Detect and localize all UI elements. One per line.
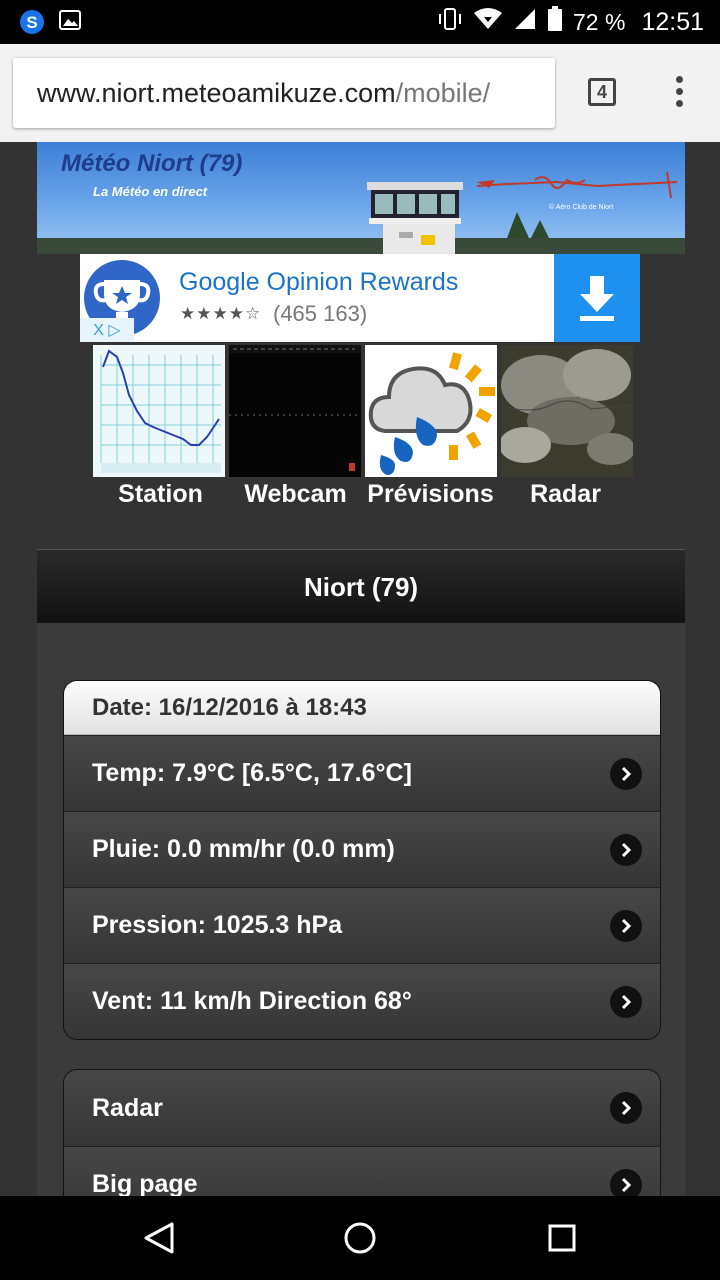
ad-choices-label: X ▷ bbox=[93, 322, 121, 339]
chevron-right-icon bbox=[610, 757, 642, 790]
radar-label: Radar bbox=[92, 1093, 163, 1122]
temperature-graph-thumbnail[interactable] bbox=[93, 345, 225, 477]
url-path: /mobile/ bbox=[395, 77, 491, 108]
pressure-label: Pression: 1025.3 hPa bbox=[92, 911, 343, 939]
clock-time: 12:51 bbox=[641, 7, 704, 36]
chevron-right-icon bbox=[610, 909, 642, 942]
wind-label: Vent: 11 km/h Direction 68° bbox=[92, 987, 412, 1015]
chevron-right-icon bbox=[610, 833, 642, 866]
chevron-right-icon bbox=[610, 985, 642, 1018]
rain-label: Pluie: 0.0 mm/hr (0.0 mm) bbox=[92, 835, 395, 863]
ad-choices-icon[interactable]: X ▷ bbox=[80, 318, 134, 342]
radar-link[interactable]: Radar bbox=[498, 480, 633, 509]
quick-links bbox=[93, 345, 633, 477]
battery-percent: 72 % bbox=[573, 8, 626, 35]
pressure-item[interactable]: Pression: 1025.3 hPa bbox=[64, 887, 660, 963]
back-icon[interactable] bbox=[140, 1218, 180, 1263]
browser-menu-icon[interactable] bbox=[672, 76, 686, 110]
previsions-link[interactable]: Prévisions bbox=[363, 480, 498, 509]
webcam-link[interactable]: Webcam bbox=[228, 480, 363, 509]
status-bar: S 72 % 12:51 bbox=[0, 0, 720, 44]
temperature-label: Temp: 7.9°C [6.5°C, 17.6°C] bbox=[92, 759, 412, 787]
station-link[interactable]: Station bbox=[93, 480, 228, 509]
navigation-bar bbox=[0, 1196, 720, 1280]
content-area: Date: 16/12/2016 à 18:43 Temp: 7.9°C [6.… bbox=[37, 623, 685, 1196]
page-header: Niort (79) bbox=[37, 549, 685, 624]
rain-item[interactable]: Pluie: 0.0 mm/hr (0.0 mm) bbox=[64, 811, 660, 887]
battery-icon bbox=[547, 6, 563, 38]
image-notification-icon bbox=[58, 8, 82, 41]
vibrate-icon bbox=[437, 7, 463, 37]
ad-rating-stars: ★★★★☆ bbox=[180, 304, 262, 323]
ad-title[interactable]: Google Opinion Rewards bbox=[179, 268, 458, 297]
svg-text:S: S bbox=[26, 13, 37, 32]
download-icon bbox=[580, 276, 614, 321]
chevron-right-icon bbox=[610, 1092, 642, 1124]
date-divider: Date: 16/12/2016 à 18:43 bbox=[64, 681, 660, 735]
recent-apps-icon[interactable] bbox=[542, 1218, 582, 1263]
app-s-icon: S bbox=[18, 8, 46, 41]
signal-icon bbox=[513, 7, 537, 37]
site-banner: Météo Niort (79) La Météo en direct © Aé… bbox=[37, 142, 685, 254]
webcam-night-thumbnail[interactable] bbox=[229, 345, 361, 477]
big-page-item[interactable]: Big page bbox=[64, 1146, 660, 1196]
quick-link-labels: Station Webcam Prévisions Radar bbox=[93, 480, 633, 509]
home-icon[interactable] bbox=[340, 1218, 380, 1263]
wind-item[interactable]: Vent: 11 km/h Direction 68° bbox=[64, 963, 660, 1039]
url-host: www.niort.meteoamikuze.com bbox=[37, 77, 396, 108]
web-page: Météo Niort (79) La Météo en direct © Aé… bbox=[0, 142, 720, 1196]
page-title: Niort (79) bbox=[303, 571, 419, 602]
links-list: Radar Big page bbox=[63, 1069, 661, 1196]
url-bar[interactable]: www.niort.meteoamikuze.com/mobile/ bbox=[13, 58, 555, 128]
control-tower-image bbox=[37, 171, 685, 254]
browser-toolbar: www.niort.meteoamikuze.com/mobile/ 4 bbox=[0, 44, 720, 142]
banner-credit: © Aéro Club de Niort bbox=[549, 204, 614, 211]
chevron-right-icon bbox=[610, 1168, 642, 1196]
weather-list: Date: 16/12/2016 à 18:43 Temp: 7.9°C [6.… bbox=[63, 680, 661, 1040]
ad-banner[interactable]: Google Opinion Rewards ★★★★☆ (465 163) X… bbox=[80, 254, 640, 342]
tab-switcher-button[interactable]: 4 bbox=[588, 78, 616, 106]
satellite-map-thumbnail[interactable] bbox=[501, 345, 633, 477]
radar-item[interactable]: Radar bbox=[64, 1070, 660, 1146]
ad-download-button[interactable] bbox=[554, 254, 640, 342]
rain-cloud-sun-icon[interactable] bbox=[365, 345, 497, 477]
wifi-icon bbox=[473, 7, 503, 37]
ad-rating-count: (465 163) bbox=[273, 301, 368, 326]
temperature-item[interactable]: Temp: 7.9°C [6.5°C, 17.6°C] bbox=[64, 735, 660, 811]
big-page-label: Big page bbox=[92, 1170, 198, 1196]
